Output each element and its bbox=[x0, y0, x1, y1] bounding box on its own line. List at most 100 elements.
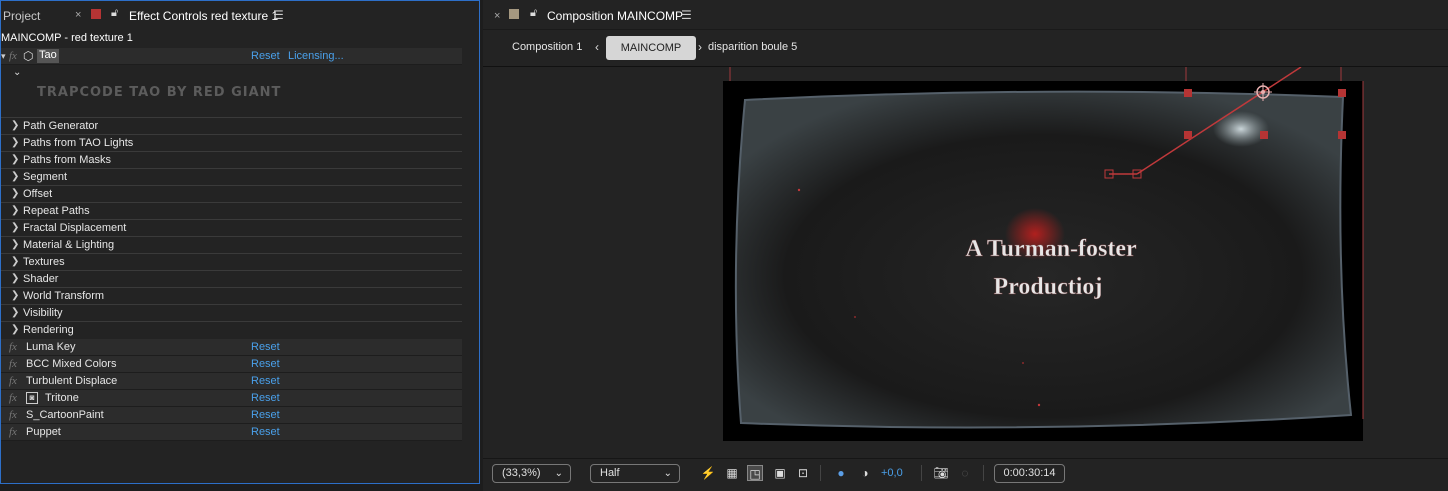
tab-effect-controls[interactable]: Effect Controls red texture 1 bbox=[129, 9, 278, 23]
effect-name[interactable]: Tao bbox=[37, 49, 59, 63]
composition-panel: × 🔓︎ Composition MAINCOMP ☰ Composition … bbox=[483, 0, 1448, 491]
toolbar-separator bbox=[921, 465, 922, 481]
zoom-dropdown[interactable]: (33,3%) ⌄ bbox=[492, 464, 571, 483]
reset-button[interactable]: Reset bbox=[251, 392, 280, 404]
chevron-right-icon[interactable]: ❯ bbox=[11, 290, 19, 301]
effect-preset-icon: ◙ bbox=[26, 392, 38, 404]
effect-controls-panel: Project × 🔓︎ Effect Controls red texture… bbox=[0, 0, 480, 484]
effect-name: Turbulent Displace bbox=[26, 375, 118, 387]
prop-group-visibility[interactable]: ❯ Visibility bbox=[1, 304, 462, 321]
color-channels-icon[interactable]: ● bbox=[833, 465, 849, 481]
effect-row-luma-key[interactable]: fx Luma Key Reset bbox=[1, 339, 462, 356]
reset-exposure-icon[interactable]: ◑ bbox=[857, 465, 873, 481]
prop-group-material-lighting[interactable]: ❯ Material & Lighting bbox=[1, 236, 462, 253]
chevron-right-icon[interactable]: ❯ bbox=[11, 188, 19, 199]
prop-group-textures[interactable]: ❯ Textures bbox=[1, 253, 462, 270]
chevron-right-icon[interactable]: ❯ bbox=[11, 154, 19, 165]
prop-group-shader[interactable]: ❯ Shader bbox=[1, 270, 462, 287]
chevron-right-icon[interactable]: ❯ bbox=[11, 307, 19, 318]
layer-handle[interactable] bbox=[1184, 89, 1192, 97]
panel-menu-icon[interactable]: ☰ bbox=[273, 8, 284, 22]
snapshot-camera-icon[interactable]: 📷︎ bbox=[933, 465, 949, 481]
fx-icon[interactable]: fx bbox=[9, 426, 17, 438]
prop-label: Visibility bbox=[23, 307, 63, 319]
effect-row-bcc-mixed-colors[interactable]: fx BCC Mixed Colors Reset bbox=[1, 356, 462, 373]
effect-name: Luma Key bbox=[26, 341, 76, 353]
breadcrumb-item-active[interactable]: MAINCOMP bbox=[606, 36, 696, 60]
lock-icon[interactable]: 🔓︎ bbox=[530, 7, 537, 20]
resolution-dropdown[interactable]: Half ⌄ bbox=[590, 464, 680, 483]
current-time-display[interactable]: 0:00:30:14 bbox=[994, 464, 1065, 483]
breadcrumb-item[interactable]: disparition boule 5 bbox=[708, 41, 797, 53]
region-of-interest-icon[interactable]: ▣ bbox=[772, 465, 788, 481]
prop-group-segment[interactable]: ❯ Segment bbox=[1, 168, 462, 185]
fx-icon[interactable]: fx bbox=[9, 50, 17, 62]
mask-visibility-icon[interactable]: ◳ bbox=[747, 465, 763, 481]
effect-row-turbulent-displace[interactable]: fx Turbulent Displace Reset bbox=[1, 373, 462, 390]
grid-guides-icon[interactable]: ⊡ bbox=[795, 465, 811, 481]
reset-button[interactable]: Reset bbox=[251, 341, 280, 353]
fx-icon[interactable]: fx bbox=[9, 392, 17, 404]
reset-button[interactable]: Reset bbox=[251, 409, 280, 421]
chevron-right-icon[interactable]: ❯ bbox=[11, 137, 19, 148]
chevron-right-icon[interactable]: ❯ bbox=[11, 324, 19, 335]
chevron-right-icon[interactable]: ❯ bbox=[11, 239, 19, 250]
close-icon[interactable]: × bbox=[75, 9, 81, 21]
prop-group-fractal-displacement[interactable]: ❯ Fractal Displacement bbox=[1, 219, 462, 236]
transparency-grid-icon[interactable]: ▦ bbox=[724, 465, 740, 481]
fx-icon[interactable]: fx bbox=[9, 341, 17, 353]
prop-group-repeat-paths[interactable]: ❯ Repeat Paths bbox=[1, 202, 462, 219]
prop-group-rendering[interactable]: ❯ Rendering bbox=[1, 321, 462, 338]
chevron-right-icon[interactable]: ❯ bbox=[11, 205, 19, 216]
resolution-value: Half bbox=[600, 467, 620, 479]
show-snapshot-icon[interactable]: ◌ bbox=[957, 465, 973, 481]
effect-row-puppet[interactable]: fx Puppet Reset bbox=[1, 424, 462, 441]
prop-group-path-generator[interactable]: ❯ Path Generator bbox=[1, 117, 462, 134]
composition-viewer[interactable]: A Turman-foster Productioj bbox=[483, 66, 1448, 456]
effect-row-s-cartoonpaint[interactable]: fx S_CartoonPaint Reset bbox=[1, 407, 462, 424]
prop-group-offset[interactable]: ❯ Offset bbox=[1, 185, 462, 202]
fx-icon[interactable]: fx bbox=[9, 358, 17, 370]
layer-handle[interactable] bbox=[1260, 131, 1268, 139]
layer-handle[interactable] bbox=[1338, 131, 1346, 139]
chevron-right-icon[interactable]: ❯ bbox=[11, 120, 19, 131]
prop-group-paths-from-masks[interactable]: ❯ Paths from Masks bbox=[1, 151, 462, 168]
prop-group-paths-from-tao-lights[interactable]: ❯ Paths from TAO Lights bbox=[1, 134, 462, 151]
effect-row-tritone[interactable]: fx ◙ Tritone Reset bbox=[1, 390, 462, 407]
chevron-right-icon[interactable]: ❯ bbox=[11, 222, 19, 233]
zoom-value: (33,3%) bbox=[502, 467, 541, 479]
chevron-right-icon[interactable]: ❯ bbox=[11, 256, 19, 267]
reset-button[interactable]: Reset bbox=[251, 375, 280, 387]
reset-button[interactable]: Reset bbox=[251, 358, 280, 370]
exposure-value[interactable]: +0,0 bbox=[881, 467, 903, 479]
toolbar-separator bbox=[820, 465, 821, 481]
effect-row-tao[interactable]: ▾ fx ⬡ Tao Reset Licensing... bbox=[1, 48, 462, 65]
panel-menu-icon[interactable]: ☰ bbox=[681, 8, 692, 22]
prop-label: Segment bbox=[23, 171, 68, 183]
breadcrumb-item[interactable]: Composition 1 bbox=[512, 41, 582, 53]
lock-icon[interactable]: 🔓︎ bbox=[111, 7, 118, 20]
prop-group-world-transform[interactable]: ❯ World Transform bbox=[1, 287, 462, 304]
twirl-open-icon[interactable]: ▾ bbox=[1, 51, 6, 62]
chevron-right-icon[interactable]: ❯ bbox=[11, 273, 19, 284]
prop-label: Fractal Displacement bbox=[23, 222, 127, 234]
layer-handle[interactable] bbox=[1338, 89, 1346, 97]
fast-previews-icon[interactable]: ⚡ bbox=[700, 465, 716, 481]
close-icon[interactable]: × bbox=[494, 10, 500, 22]
prop-label: World Transform bbox=[23, 290, 105, 302]
prop-label: Repeat Paths bbox=[23, 205, 90, 217]
comp-layer-path: MAINCOMP - red texture 1 bbox=[1, 32, 133, 44]
chevron-right-icon[interactable]: ❯ bbox=[11, 171, 19, 182]
reset-button[interactable]: Reset bbox=[251, 426, 280, 438]
layer-handle[interactable] bbox=[1184, 131, 1192, 139]
composition-canvas[interactable]: A Turman-foster Productioj bbox=[483, 67, 1448, 457]
fx-icon[interactable]: fx bbox=[9, 409, 17, 421]
prop-label: Material & Lighting bbox=[23, 239, 115, 251]
reset-button[interactable]: Reset bbox=[251, 50, 280, 62]
tab-composition[interactable]: Composition MAINCOMP bbox=[547, 9, 683, 23]
fx-icon[interactable]: fx bbox=[9, 375, 17, 387]
effect-name: Tritone bbox=[45, 392, 79, 404]
chevron-down-icon[interactable]: ⌄ bbox=[13, 67, 21, 78]
tab-project[interactable]: Project bbox=[3, 9, 40, 23]
licensing-button[interactable]: Licensing... bbox=[288, 50, 344, 62]
